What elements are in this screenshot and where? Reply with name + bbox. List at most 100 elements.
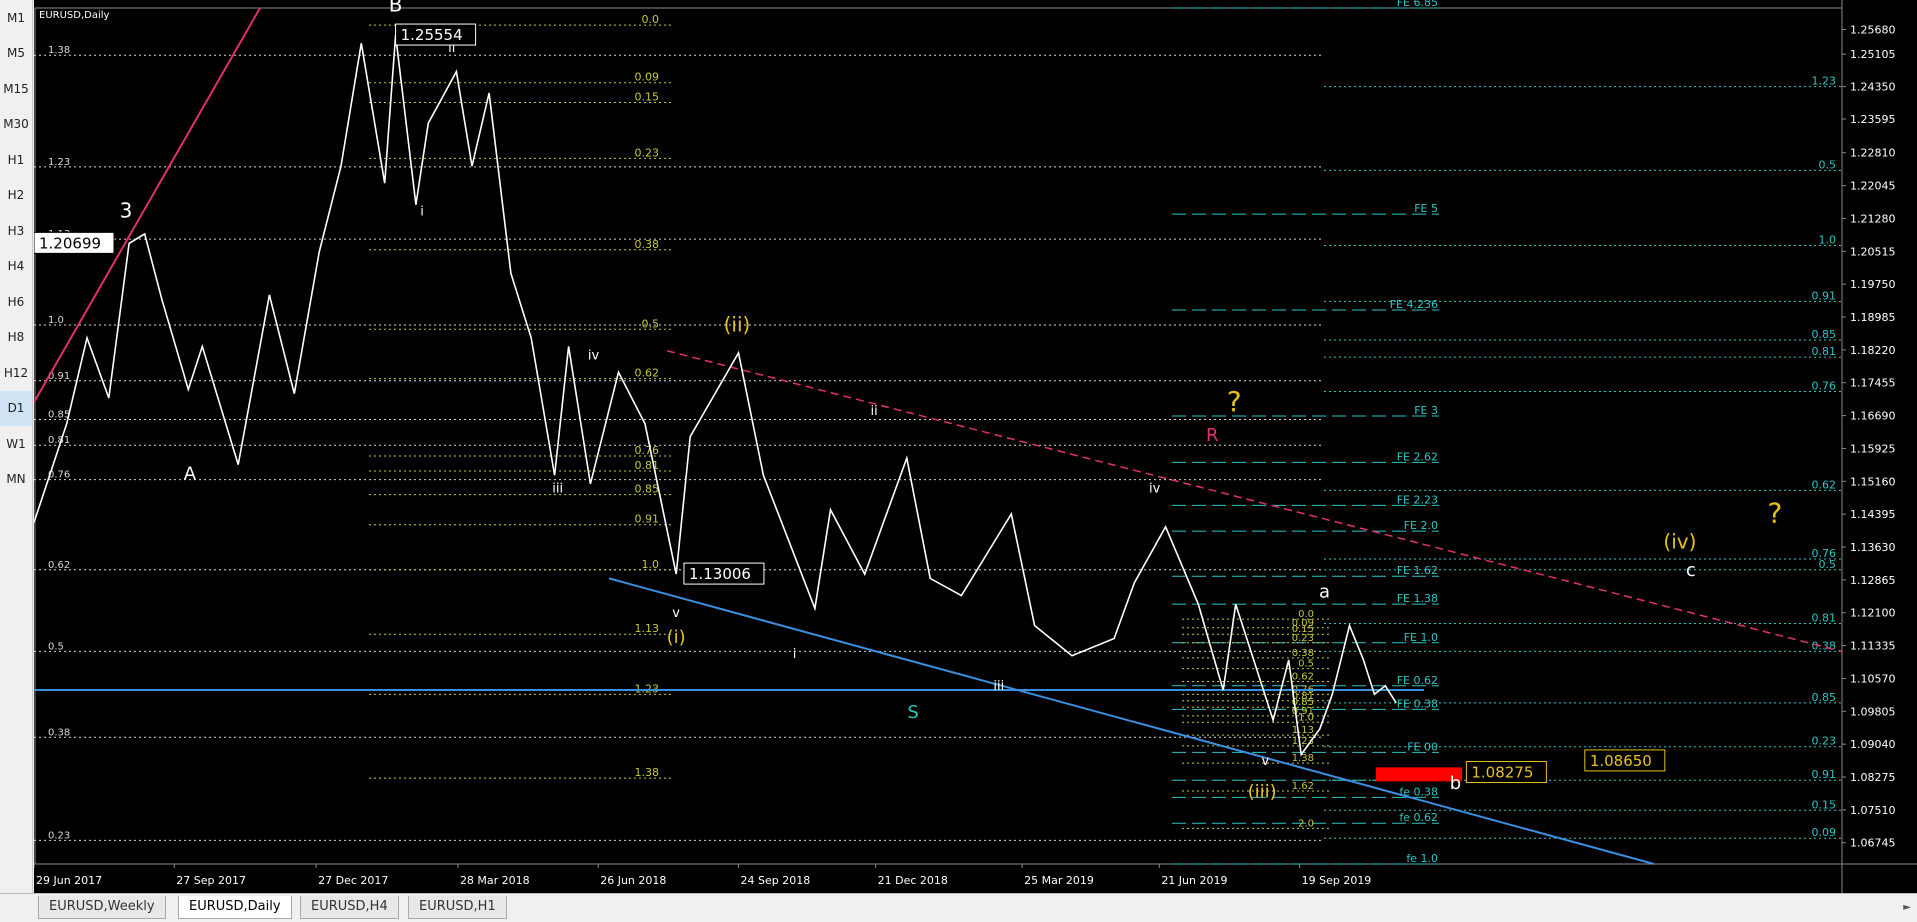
y-tick-label: 1.11335 (1850, 640, 1896, 653)
wave-label: (iii) (1248, 781, 1277, 802)
right_fib-label: 0.85 (1812, 691, 1837, 704)
y-tick-label: 1.24350 (1850, 81, 1896, 94)
timeframe-h4[interactable]: H4 (0, 249, 32, 285)
x-tick-label: 19 Sep 2019 (1302, 874, 1372, 887)
small_fib-label: 1.13 (1292, 725, 1314, 736)
price-box-value: 1.08650 (1590, 752, 1652, 770)
wave-label: v (1261, 754, 1269, 769)
mid_fib-label: 1.23 (635, 682, 660, 695)
timeframe-h6[interactable]: H6 (0, 284, 32, 320)
wave-label: (iv) (1663, 529, 1696, 553)
y-tick-label: 1.17455 (1850, 377, 1896, 390)
fe_levels-label: FE 4.236 (1390, 298, 1438, 311)
tab-eurusd-h1[interactable]: EURUSD,H1 (408, 896, 507, 919)
wave-label: A (184, 464, 197, 485)
right_fib-label: 0.76 (1812, 380, 1837, 393)
wave-label: ? (1227, 385, 1242, 418)
wave-label: ii (870, 404, 877, 419)
wave-label: (ii) (724, 312, 751, 336)
y-tick-label: 1.25680 (1850, 23, 1896, 36)
wave-label: a (1319, 582, 1330, 603)
fe_levels-label: FE 2.0 (1404, 519, 1438, 532)
y-tick-label: 1.09040 (1850, 738, 1896, 751)
mid_fib-label: 0.76 (635, 444, 660, 457)
tab-eurusd-weekly[interactable]: EURUSD,Weekly (38, 896, 166, 919)
mid_fib-label: 0.85 (635, 483, 660, 496)
right_fib-label: 0.62 (1812, 478, 1837, 491)
tab-eurusd-daily[interactable]: EURUSD,Daily (178, 896, 292, 919)
plot-frame (34, 7, 1843, 865)
x-tick-label: 28 Mar 2018 (460, 874, 530, 887)
wave-label: iii (993, 679, 1004, 694)
timeframe-h3[interactable]: H3 (0, 213, 32, 249)
right_fib-label: 0.23 (1812, 735, 1837, 748)
timeframe-h1[interactable]: H1 (0, 142, 32, 178)
fe_levels-label: FE 5 (1414, 202, 1438, 215)
fe_levels-label: FE 3 (1414, 404, 1438, 417)
y-tick-label: 1.14395 (1850, 508, 1896, 521)
wave-label: ? (1768, 497, 1783, 530)
right_fib-label: 0.5 (1819, 158, 1837, 171)
wave-label: 3 (120, 199, 133, 223)
y-tick-label: 1.15160 (1850, 475, 1896, 488)
y-tick-label: 1.08275 (1850, 771, 1896, 784)
fe_levels-label: FE 6.85 (1397, 0, 1438, 9)
tab-scroll-right-icon[interactable]: ► (1903, 902, 1911, 913)
trendline-s (608, 577, 1655, 865)
fe_levels-label: FE 0.62 (1397, 674, 1438, 687)
left_fib-label: 0.5 (48, 641, 64, 652)
timeframe-h2[interactable]: H2 (0, 178, 32, 214)
mid_fib-label: 0.38 (635, 238, 660, 251)
right_fib-label: 0.91 (1812, 768, 1837, 781)
x-tick-label: 29 Jun 2017 (36, 874, 102, 887)
mid_fib-label: 1.13 (635, 622, 660, 635)
small_fib-label: 0.62 (1292, 671, 1314, 682)
left_fib-label: 1.38 (48, 45, 70, 56)
mid_fib-label: 1.0 (642, 558, 660, 571)
small_fib-label: 1.62 (1292, 781, 1314, 792)
tab-eurusd-h4[interactable]: EURUSD,H4 (300, 896, 399, 919)
left_fib-label: 0.38 (48, 727, 70, 738)
timeframe-m30[interactable]: M30 (0, 107, 32, 143)
fe_levels-label: FE 0.38 (1397, 697, 1438, 710)
timeframe-m1[interactable]: M1 (0, 0, 32, 36)
wave-label: b (1450, 773, 1461, 794)
fe_levels-label: FE 2.62 (1397, 450, 1438, 463)
fe_levels-label: FE 1.0 (1404, 631, 1438, 644)
timeframe-m15[interactable]: M15 (0, 71, 32, 107)
fe_levels-label: FE 1.62 (1397, 564, 1438, 577)
right_fib-label: 1.0 (1819, 234, 1837, 247)
wave-label: i (793, 647, 797, 662)
price-box-value: 1.20699 (39, 234, 101, 252)
small_fib-label: 2.0 (1298, 818, 1314, 829)
timeframe-w1[interactable]: W1 (0, 426, 32, 462)
trendline-left-pink (34, 7, 261, 403)
y-tick-label: 1.16690 (1850, 410, 1896, 423)
mid_fib-label: 1.38 (635, 766, 660, 779)
mid_fib-label: 0.91 (635, 513, 660, 526)
small_fib-label: 1.38 (1292, 753, 1314, 764)
y-tick-label: 1.13630 (1850, 541, 1896, 554)
y-tick-label: 1.21280 (1850, 212, 1896, 225)
y-tick-label: 1.18220 (1850, 344, 1896, 357)
small_fib-label: 0.5 (1298, 659, 1314, 670)
y-tick-label: 1.23595 (1850, 113, 1896, 126)
chart-area[interactable]: EURUSD,Daily 1.25680 1.25105 1.24350 1.23595… (34, 0, 1917, 893)
price-box-value: 1.13006 (689, 565, 751, 583)
mid_fib-label: 0.23 (635, 146, 660, 159)
fe_levels-label: FE 1.38 (1397, 592, 1438, 605)
price-chart[interactable]: EURUSD,Daily 1.25680 1.25105 1.24350 1.23595… (34, 0, 1917, 893)
left_fib-label: 0.62 (48, 560, 70, 571)
timeframe-mn[interactable]: MN (0, 462, 32, 498)
wave-label: i (420, 204, 424, 219)
y-tick-label: 1.20515 (1850, 245, 1896, 258)
timeframe-d1[interactable]: D1 (0, 390, 32, 426)
mid_fib-label: 0.15 (635, 90, 660, 103)
y-tick-label: 1.10570 (1850, 672, 1896, 685)
chart-tabs: ► EURUSD,Weekly EURUSD,Daily EURUSD,H4 EURU… (0, 893, 1917, 922)
y-tick-label: 1.07510 (1850, 804, 1896, 817)
timeframe-m5[interactable]: M5 (0, 36, 32, 72)
right_fib-label: 0.91 (1812, 289, 1837, 302)
timeframe-h8[interactable]: H8 (0, 320, 32, 356)
timeframe-h12[interactable]: H12 (0, 355, 32, 391)
